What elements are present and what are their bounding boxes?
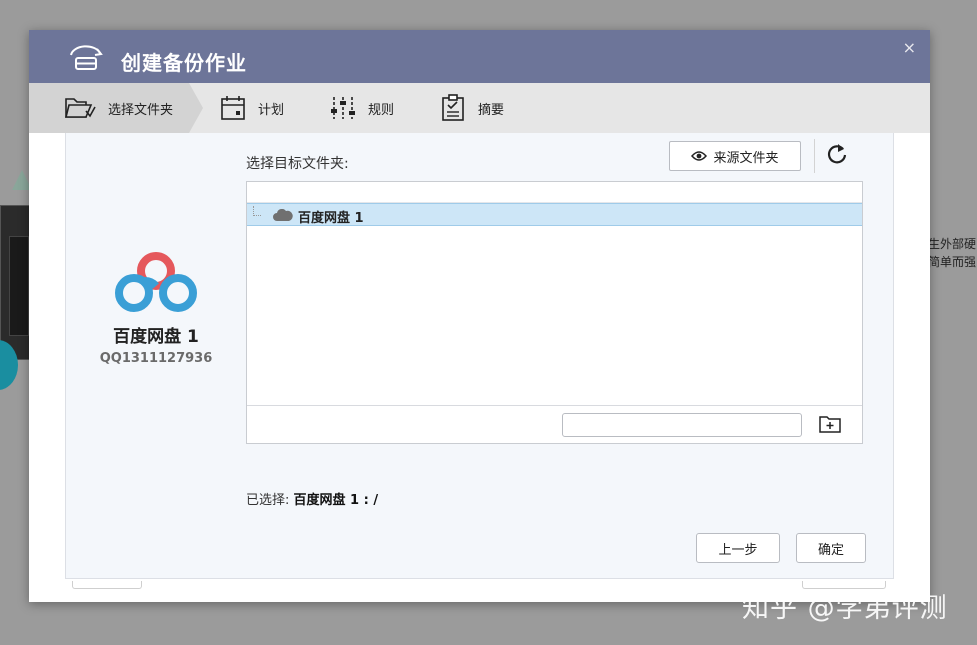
background-text-line1: 生外部硬 xyxy=(928,235,976,252)
step-active-arrow xyxy=(189,83,203,133)
new-folder-name-input[interactable] xyxy=(562,413,802,437)
refresh-icon[interactable] xyxy=(824,141,850,167)
step-label-summary: 摘要 xyxy=(478,99,504,118)
cloud-icon xyxy=(273,209,293,221)
source-folder-button-label: 来源文件夹 xyxy=(713,147,778,166)
sliders-icon xyxy=(330,95,356,121)
tree-item-label: 百度网盘 1 xyxy=(298,207,364,226)
target-folder-label: 选择目标文件夹: xyxy=(246,153,349,173)
dialog-titlebar: 创建备份作业 × xyxy=(29,30,930,83)
source-folder-button[interactable]: 来源文件夹 xyxy=(669,141,801,171)
baidu-netdisk-logo xyxy=(114,251,198,315)
step-label-rules: 规则 xyxy=(368,99,394,118)
toolbar-divider xyxy=(814,139,815,173)
selected-path-prefix: 已选择: xyxy=(246,493,289,508)
account-id: QQ1311127936 xyxy=(66,351,246,366)
new-folder-icon[interactable] xyxy=(819,414,841,434)
eye-icon xyxy=(691,150,707,162)
folder-tree: 百度网盘 1 xyxy=(246,181,863,444)
dialog-title: 创建备份作业 xyxy=(121,47,247,76)
selected-path-line: 已选择: 百度网盘 1 : / xyxy=(246,489,378,508)
step-rules[interactable]: 规则 xyxy=(330,83,394,133)
folder-select-icon xyxy=(64,95,96,121)
background-device-image xyxy=(0,205,30,360)
background-text-line2: 简单而强 xyxy=(928,253,976,270)
watermark: 知乎 @学弟评测 xyxy=(742,586,948,625)
tree-connector xyxy=(253,206,261,216)
close-icon[interactable]: × xyxy=(903,38,916,57)
tree-item-baidu-netdisk[interactable]: 百度网盘 1 xyxy=(247,203,862,226)
step-schedule[interactable]: 计划 xyxy=(220,83,284,133)
folder-tree-footer xyxy=(247,405,862,443)
selected-path-value: 百度网盘 1 : / xyxy=(294,493,379,508)
calendar-icon xyxy=(220,95,246,121)
folder-tree-header xyxy=(247,182,862,203)
prev-button[interactable]: 上一步 xyxy=(696,533,780,563)
step-label-schedule: 计划 xyxy=(258,99,284,118)
ok-button[interactable]: 确定 xyxy=(796,533,866,563)
account-name: 百度网盘 1 xyxy=(66,322,246,347)
wizard-steps: 选择文件夹 计划 规则 xyxy=(29,83,930,133)
clipboard-icon xyxy=(440,94,466,122)
step-label-select-folder: 选择文件夹 xyxy=(108,99,173,118)
backup-job-icon xyxy=(67,42,105,72)
dialog-content: 百度网盘 1 QQ1311127936 选择目标文件夹: 来源文件夹 百度网盘 … xyxy=(65,133,894,579)
step-summary[interactable]: 摘要 xyxy=(440,83,504,133)
background-button-remnant-left xyxy=(72,581,142,589)
step-select-folder[interactable]: 选择文件夹 xyxy=(64,83,173,133)
create-backup-dialog: 创建备份作业 × 选择文件夹 计划 xyxy=(29,30,930,602)
